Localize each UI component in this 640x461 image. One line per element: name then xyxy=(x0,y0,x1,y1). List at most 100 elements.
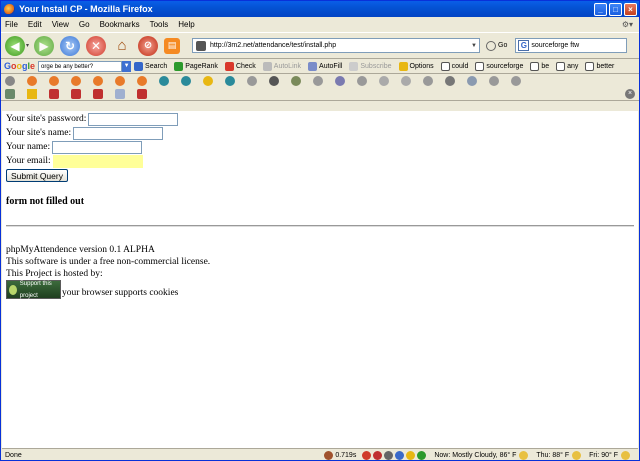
bookmark-icon[interactable] xyxy=(137,89,147,99)
stop-button[interactable]: ✕ xyxy=(86,35,107,56)
bookmark-icon[interactable] xyxy=(423,76,433,86)
weather-fri[interactable]: Fri: 90° F xyxy=(589,450,632,460)
bookmark-icon[interactable] xyxy=(49,76,59,86)
search-input[interactable]: G sourceforge ftw xyxy=(515,38,628,53)
check-button[interactable]: Check xyxy=(224,61,256,71)
bookmark-icon[interactable] xyxy=(71,89,81,99)
highlight-term-sourceforge[interactable]: sourceforge xyxy=(475,61,523,71)
search-value[interactable]: sourceforge ftw xyxy=(531,42,579,49)
cloudy-icon xyxy=(519,450,529,460)
extension-icon[interactable] xyxy=(362,450,372,460)
close-button[interactable]: × xyxy=(624,2,637,16)
bookmark-icon[interactable] xyxy=(269,76,279,86)
extension-icon[interactable] xyxy=(417,450,427,460)
version-text: phpMyAttendence version 0.1 ALPHA xyxy=(6,245,155,255)
chevron-down-icon[interactable]: ▾ xyxy=(26,42,29,49)
bookmark-icon[interactable] xyxy=(159,76,169,86)
menu-view[interactable]: View xyxy=(52,20,69,29)
bookmark-icon[interactable] xyxy=(357,76,367,86)
bookmark-icon[interactable] xyxy=(445,76,455,86)
timer-indicator[interactable]: 0.719s xyxy=(324,450,356,460)
warning-icon[interactable] xyxy=(27,89,37,99)
bookmark-icon[interactable] xyxy=(181,76,191,86)
home-button[interactable]: ⌂ xyxy=(112,36,132,56)
extension-icon[interactable] xyxy=(373,450,383,460)
google-logo[interactable]: Google xyxy=(4,61,35,71)
bookmark-icon[interactable] xyxy=(49,89,59,99)
bookmark-icon[interactable] xyxy=(467,76,477,86)
google-icon[interactable]: G xyxy=(518,40,530,51)
highlight-term-any[interactable]: any xyxy=(556,61,578,71)
highlight-term-could[interactable]: could xyxy=(440,61,468,71)
bookmark-icon[interactable] xyxy=(489,76,499,86)
weather-now[interactable]: Now: Mostly Cloudy, 86° F xyxy=(434,450,530,460)
extension-icon[interactable] xyxy=(384,450,394,460)
subscribe-button[interactable]: Subscribe xyxy=(349,61,392,71)
menu-go[interactable]: Go xyxy=(79,20,90,29)
bookmark-icon[interactable] xyxy=(71,76,81,86)
menu-edit[interactable]: Edit xyxy=(28,20,42,29)
email-field[interactable] xyxy=(52,154,143,168)
gear-icon[interactable]: ⚙▾ xyxy=(622,20,633,29)
weather-thu[interactable]: Thu: 88° F xyxy=(536,450,583,460)
highlight-term-better[interactable]: better xyxy=(585,61,614,71)
reload-button[interactable]: ↻ xyxy=(60,35,81,56)
subscribe-icon xyxy=(349,61,359,71)
rss-icon[interactable]: ▤ xyxy=(164,37,181,54)
error-message: form not filled out xyxy=(6,196,85,207)
password-field[interactable] xyxy=(88,112,179,126)
title-bar[interactable]: Your Install CP - Mozilla Firefox _ □ × xyxy=(1,1,639,17)
bookmark-icon[interactable] xyxy=(115,89,125,99)
bookmark-icon[interactable] xyxy=(401,76,411,86)
menu-bar: File Edit View Go Bookmarks Tools Help ⚙… xyxy=(1,17,639,32)
menu-help[interactable]: Help xyxy=(178,20,194,29)
bookmark-icon[interactable] xyxy=(115,76,125,86)
bookmark-icon[interactable] xyxy=(27,76,37,86)
highlight-icon xyxy=(440,61,450,71)
bookmark-icon[interactable] xyxy=(511,76,521,86)
bookmark-icon[interactable] xyxy=(137,76,147,86)
autolink-button[interactable]: AutoLink xyxy=(262,61,301,71)
google-search-input[interactable]: orge be any better? xyxy=(38,60,123,72)
name-field[interactable] xyxy=(52,140,143,154)
warning-icon[interactable] xyxy=(406,450,416,460)
minimize-button[interactable]: _ xyxy=(594,2,607,16)
sourceforge-badge[interactable]: Support this project xyxy=(6,280,61,299)
maximize-button[interactable]: □ xyxy=(609,2,622,16)
menu-tools[interactable]: Tools xyxy=(150,20,169,29)
forward-button[interactable]: ▶ xyxy=(34,35,55,56)
pagerank-button[interactable]: PageRank xyxy=(174,61,218,71)
bookmark-icon[interactable] xyxy=(93,89,103,99)
submit-button[interactable]: Submit Query xyxy=(6,169,68,182)
bookmark-icon[interactable] xyxy=(313,76,323,86)
password-label: Your site's password: xyxy=(6,114,87,124)
bookmark-icon[interactable] xyxy=(291,76,301,86)
back-button[interactable]: ◀ xyxy=(5,35,25,56)
close-icon[interactable]: × xyxy=(625,89,635,99)
bookmark-icon[interactable] xyxy=(335,76,345,86)
chevron-down-icon[interactable]: ▼ xyxy=(469,43,479,49)
extension-icons[interactable] xyxy=(362,450,428,460)
block-icon[interactable]: ⊘ xyxy=(138,35,159,56)
bookmark-icon[interactable] xyxy=(247,76,257,86)
cookie-line: Support this project your browser suppor… xyxy=(6,280,634,299)
options-button[interactable]: Options xyxy=(398,61,434,71)
extension-icon[interactable] xyxy=(395,450,405,460)
bookmark-icon[interactable] xyxy=(225,76,235,86)
chevron-down-icon[interactable]: ▼ xyxy=(122,60,132,72)
google-search-button[interactable]: Search xyxy=(134,61,167,71)
autofill-button[interactable]: AutoFill xyxy=(308,61,342,71)
hosted-text: This Project is hosted by: xyxy=(6,269,103,279)
bookmark-icon[interactable] xyxy=(379,76,389,86)
menu-file[interactable]: File xyxy=(5,20,18,29)
url-bar[interactable]: http://3m2.net/attendance/test/install.p… xyxy=(192,38,481,53)
go-button[interactable]: Go xyxy=(486,40,507,51)
highlight-term-be[interactable]: be xyxy=(530,61,549,71)
menu-bookmarks[interactable]: Bookmarks xyxy=(100,20,140,29)
bookmark-icon[interactable] xyxy=(5,89,15,99)
sitename-field[interactable] xyxy=(73,126,164,140)
bookmark-icon[interactable] xyxy=(203,76,213,86)
bookmark-icon[interactable] xyxy=(5,76,15,86)
bookmark-icon[interactable] xyxy=(93,76,103,86)
url-text[interactable]: http://3m2.net/attendance/test/install.p… xyxy=(210,42,469,49)
